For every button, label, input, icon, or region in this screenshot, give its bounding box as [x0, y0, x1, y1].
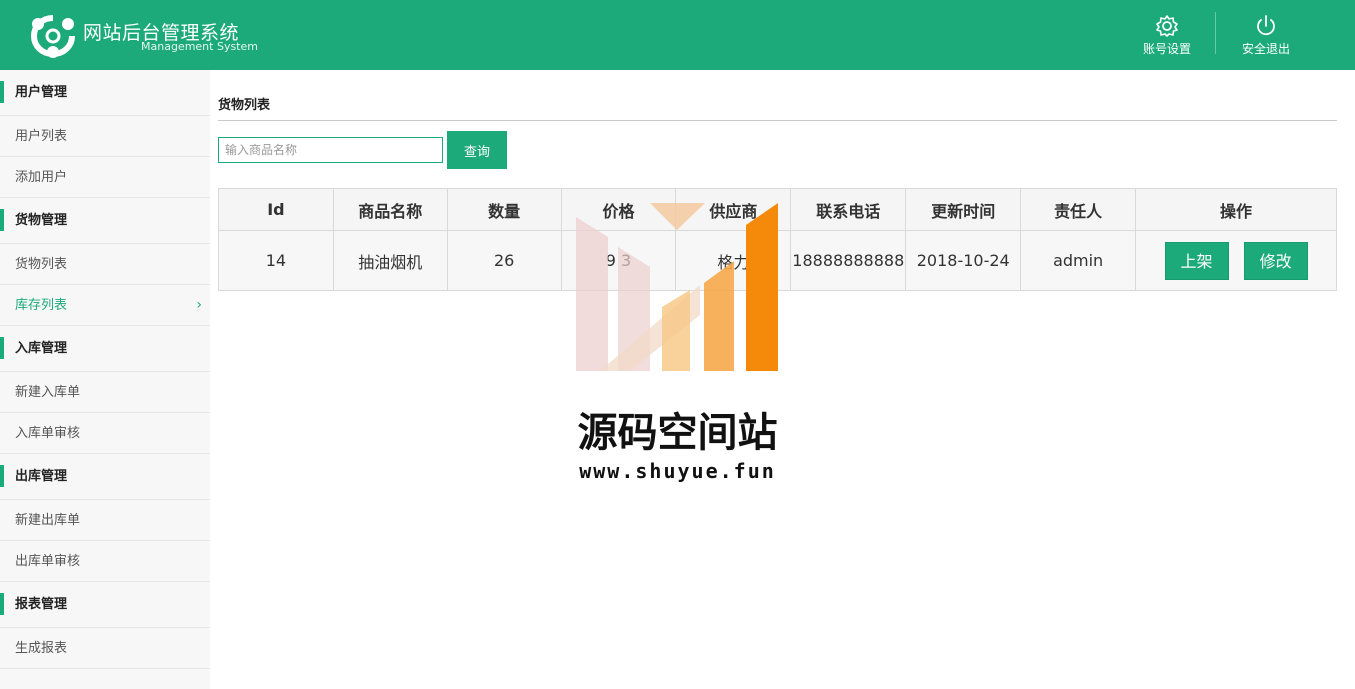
table-row: 14 抽油烟机 26 9 3 格力 18888888888 2018-10-24… [218, 230, 1337, 291]
app-subtitle: Management System [141, 40, 258, 53]
sidebar-item-inventory-list[interactable]: 库存列表 › [0, 285, 210, 326]
logout-button[interactable]: 安全退出 [1226, 14, 1306, 62]
column-header: 责任人 [1020, 188, 1137, 231]
goods-table: Id 商品名称 数量 价格 供应商 联系电话 更新时间 责任人 操作 14 抽油… [218, 188, 1337, 291]
page-title: 货物列表 [218, 98, 271, 113]
cell-updated: 2018-10-24 [905, 230, 1022, 291]
sidebar-item-new-inbound[interactable]: 新建入库单 [0, 372, 210, 413]
cell-quantity: 26 [446, 230, 562, 291]
column-header: 操作 [1135, 188, 1337, 231]
sidebar-item-new-outbound[interactable]: 新建出库单 [0, 500, 210, 541]
column-header: 联系电话 [790, 188, 907, 231]
sidebar-item-label: 库存列表 [15, 298, 68, 313]
edit-button[interactable]: 修改 [1243, 241, 1308, 280]
top-header: 网站后台管理系统 Management System 账号设置 安全退出 [0, 0, 1355, 70]
sidebar-group-report[interactable]: 报表管理 [0, 582, 210, 628]
sidebar-group-user[interactable]: 用户管理 [0, 70, 210, 116]
gear-icon [1156, 15, 1178, 37]
sidebar-group-outbound[interactable]: 出库管理 [0, 454, 210, 500]
cell-owner: admin [1020, 230, 1137, 291]
cell-name: 抽油烟机 [332, 230, 448, 291]
account-settings-label: 账号设置 [1142, 42, 1191, 56]
cell-price: 9 3 [560, 230, 677, 291]
column-header: 供应商 [675, 188, 792, 231]
sidebar-group-inbound[interactable]: 入库管理 [0, 326, 210, 372]
chevron-right-icon: › [196, 297, 202, 313]
account-settings-button[interactable]: 账号设置 [1127, 14, 1207, 62]
sidebar-item-outbound-review[interactable]: 出库单审核 [0, 541, 210, 582]
header-divider [1215, 12, 1216, 54]
column-header: 价格 [560, 188, 677, 231]
column-header: 商品名称 [332, 188, 448, 231]
sidebar-group-goods[interactable]: 货物管理 [0, 198, 210, 244]
shelve-button[interactable]: 上架 [1164, 241, 1229, 280]
sidebar-item-user-list[interactable]: 用户列表 [0, 116, 210, 157]
share-nodes-logo [30, 15, 75, 58]
table-header-row: Id 商品名称 数量 价格 供应商 联系电话 更新时间 责任人 操作 [218, 188, 1337, 231]
sidebar-item-inbound-review[interactable]: 入库单审核 [0, 413, 210, 454]
sidebar-item-add-user[interactable]: 添加用户 [0, 157, 210, 198]
sidebar-item-goods-list[interactable]: 货物列表 [0, 244, 210, 285]
cell-phone: 18888888888 [790, 230, 907, 291]
watermark-url: www.shuyue.fun [579, 459, 776, 483]
column-header: Id [218, 188, 334, 231]
watermark-title: 源码空间站 [577, 410, 778, 456]
power-icon [1257, 15, 1275, 36]
sidebar-item-generate-report[interactable]: 生成报表 [0, 628, 210, 669]
column-header: 数量 [446, 188, 562, 231]
search-button[interactable]: 查询 [447, 131, 507, 169]
cell-actions: 上架 修改 [1135, 230, 1337, 291]
title-divider [218, 120, 1337, 121]
cell-supplier: 格力 [675, 230, 792, 291]
search-input[interactable] [218, 137, 443, 163]
sidebar: 用户管理 用户列表 添加用户 货物管理 货物列表 库存列表 › 入库管理 新建入… [0, 70, 210, 689]
cell-id: 14 [218, 230, 334, 291]
logout-label: 安全退出 [1241, 42, 1290, 56]
column-header: 更新时间 [905, 188, 1022, 231]
